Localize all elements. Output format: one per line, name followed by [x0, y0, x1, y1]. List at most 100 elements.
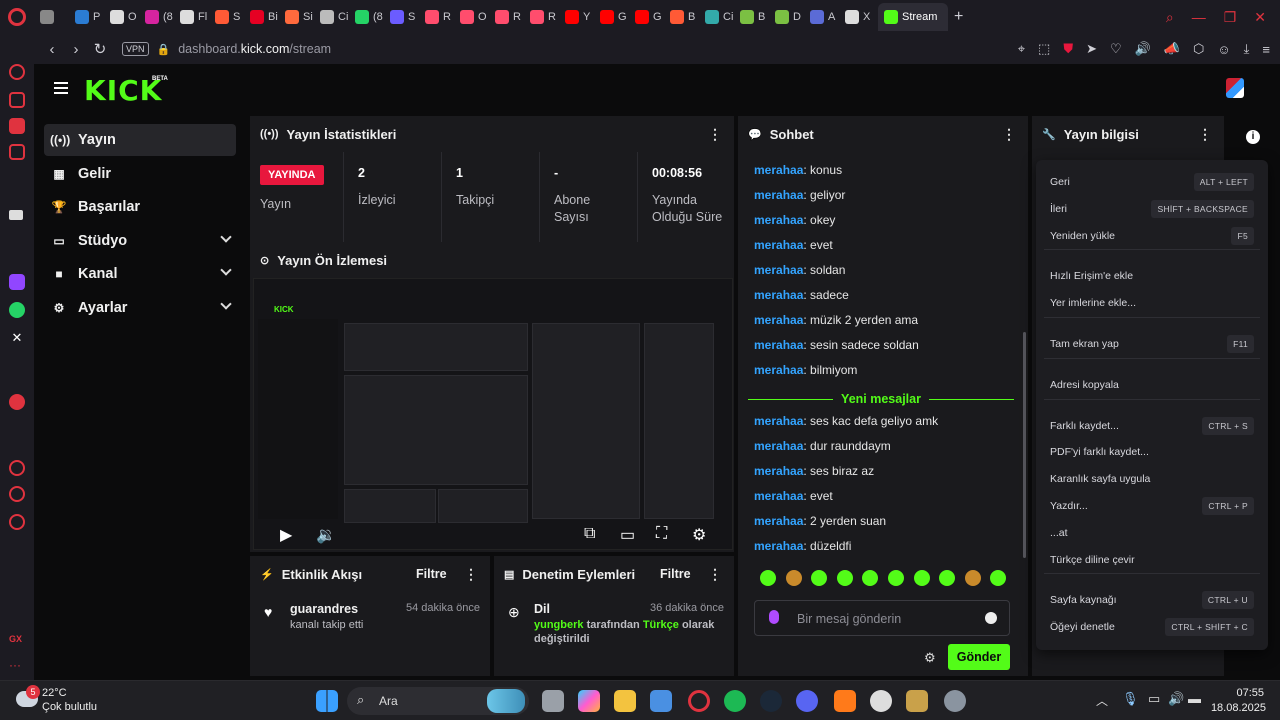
emote-icon[interactable] [888, 570, 904, 586]
menu-icon[interactable]: ≡ [1262, 42, 1270, 57]
chat-username[interactable]: merahaa [754, 514, 803, 528]
volume-icon[interactable]: 🔉 [316, 525, 336, 545]
send-button[interactable]: Gönder [948, 644, 1010, 670]
more-options-icon[interactable]: ⋮ [708, 126, 722, 143]
more-options-icon[interactable]: ⋮ [1198, 126, 1212, 143]
spotify-taskbar-icon[interactable] [724, 690, 746, 712]
chat-username[interactable]: merahaa [754, 363, 803, 377]
opera-logo-icon[interactable] [0, 0, 34, 34]
close-icon[interactable]: ✕ [1254, 9, 1266, 26]
speaker-icon[interactable]: 🔊 [1135, 41, 1151, 57]
tab[interactable]: R [489, 3, 524, 31]
tab[interactable]: O [104, 3, 139, 31]
shield-icon[interactable]: ⛊ [1063, 41, 1073, 57]
context-menu-item[interactable]: Türkçe diline çevir [1050, 550, 1254, 570]
filter-button[interactable]: Filtre [416, 567, 447, 581]
pin-icon[interactable]: ⌖ [1018, 41, 1025, 57]
tab[interactable]: Ci [314, 3, 349, 31]
chat-username[interactable]: merahaa [754, 539, 803, 553]
chat-username[interactable]: merahaa [754, 288, 803, 302]
chat-username[interactable]: merahaa [754, 464, 803, 478]
emote-icon[interactable] [964, 570, 981, 586]
sidebar-app-icon[interactable] [9, 210, 23, 220]
copilot-icon[interactable] [578, 690, 600, 712]
play-icon[interactable]: ▶ [280, 525, 292, 545]
minimize-icon[interactable]: — [1192, 9, 1206, 25]
chat-username[interactable]: merahaa [754, 213, 803, 227]
tab[interactable]: R [524, 3, 559, 31]
mail-icon[interactable] [9, 144, 25, 160]
tab[interactable]: Si [279, 3, 314, 31]
context-menu-item[interactable]: Tam ekran yap F11 [1050, 334, 1254, 354]
tab[interactable]: (8 [349, 3, 384, 31]
mic-tray-icon[interactable]: 🎙 [1122, 691, 1139, 707]
tab[interactable]: Fl [174, 3, 209, 31]
stream-preview-video[interactable]: KICK ▶ 🔉 ⧉ ▭ ⛶ ⚙ [253, 278, 733, 550]
snapshot-icon[interactable]: ⬚ [1038, 41, 1050, 57]
history-icon[interactable] [9, 460, 25, 476]
tab[interactable]: R [419, 3, 454, 31]
context-menu-item[interactable]: Adresi kopyala [1050, 375, 1254, 395]
tab[interactable]: A [804, 3, 839, 31]
more-icon[interactable]: ··· [9, 658, 25, 674]
sidebar-item[interactable]: ▭ Stüdyo [44, 225, 236, 257]
tab[interactable]: S [209, 3, 244, 31]
emote-icon[interactable] [913, 570, 930, 586]
chat-settings-icon[interactable]: ⚙ [924, 650, 936, 666]
context-menu-item[interactable]: Yeniden yükle F5 [1050, 226, 1254, 246]
chevron-down-icon[interactable] [220, 264, 232, 276]
extensions-side-icon[interactable] [9, 486, 25, 502]
context-menu-item[interactable]: Sayfa kaynağı CTRL + U [1050, 590, 1254, 610]
spotify-icon[interactable] [9, 394, 25, 410]
twitch-icon[interactable] [9, 274, 25, 290]
chat-username[interactable]: merahaa [754, 439, 803, 453]
battery-icon[interactable]: ▬ [1188, 691, 1201, 706]
tab[interactable]: P [69, 3, 104, 31]
extensions-icon[interactable]: ⬡ [1193, 41, 1204, 57]
context-menu-item[interactable]: Hızlı Erişim'e ekle [1050, 266, 1254, 286]
clock-time[interactable]: 07:55 [1236, 687, 1264, 699]
chat-scrollbar[interactable] [1023, 332, 1026, 558]
context-menu-item[interactable]: Karanlık sayfa uygula [1050, 469, 1254, 489]
info-icon[interactable]: i [1246, 130, 1260, 144]
emote-icon[interactable] [990, 570, 1007, 586]
tab[interactable]: G [594, 3, 629, 31]
back-icon[interactable]: ‹ [40, 41, 64, 58]
emote-icon[interactable] [811, 570, 828, 586]
emote-icon[interactable] [836, 570, 853, 586]
profile-icon[interactable]: ☺ [1217, 42, 1230, 57]
search-tabs-icon[interactable]: ⌕ [1166, 9, 1174, 26]
url-field[interactable]: dashboard.kick.com/stream [178, 42, 331, 56]
pip-icon[interactable]: ⧉ [584, 525, 595, 543]
megaphone-icon[interactable]: 📣 [1164, 41, 1180, 57]
emote-icon[interactable] [785, 570, 802, 586]
chat-username[interactable]: merahaa [754, 414, 803, 428]
app-taskbar-icon[interactable] [870, 690, 892, 712]
kick-logo[interactable]: KICK [84, 74, 162, 107]
more-options-icon[interactable]: ⋮ [464, 566, 478, 583]
send-icon[interactable]: ➤ [1086, 41, 1097, 57]
app-taskbar-icon[interactable] [906, 690, 928, 712]
download-icon[interactable]: ⤓ [1244, 41, 1250, 57]
chat-username[interactable]: merahaa [754, 313, 803, 327]
volume-tray-icon[interactable]: 🔊 [1168, 691, 1184, 707]
whatsapp-icon[interactable] [9, 302, 25, 318]
settings-taskbar-icon[interactable] [944, 690, 966, 712]
sidebar-item[interactable]: ⚙ Ayarlar [44, 292, 236, 324]
settings-icon[interactable] [9, 514, 25, 530]
taskbar-search[interactable]: ⌕ Ara [347, 687, 529, 715]
aria-icon[interactable] [9, 64, 25, 80]
app-taskbar-icon[interactable] [834, 690, 856, 712]
tab[interactable]: Ci [699, 3, 734, 31]
network-icon[interactable]: ▭ [1148, 691, 1160, 707]
mic-icon[interactable] [769, 610, 779, 624]
avatar[interactable] [1226, 78, 1244, 98]
context-menu-item[interactable]: Yazdır... CTRL + P [1050, 496, 1254, 516]
context-menu-item[interactable]: Farklı kaydet... CTRL + S [1050, 416, 1254, 436]
chat-input[interactable]: Bir mesaj gönderin [754, 600, 1010, 636]
heart-icon[interactable]: ♡ [1110, 41, 1122, 57]
context-menu-item[interactable]: ...at [1050, 523, 1254, 543]
chat-username[interactable]: merahaa [754, 338, 803, 352]
windows-start-icon[interactable] [316, 690, 338, 712]
tab[interactable]: S [384, 3, 419, 31]
